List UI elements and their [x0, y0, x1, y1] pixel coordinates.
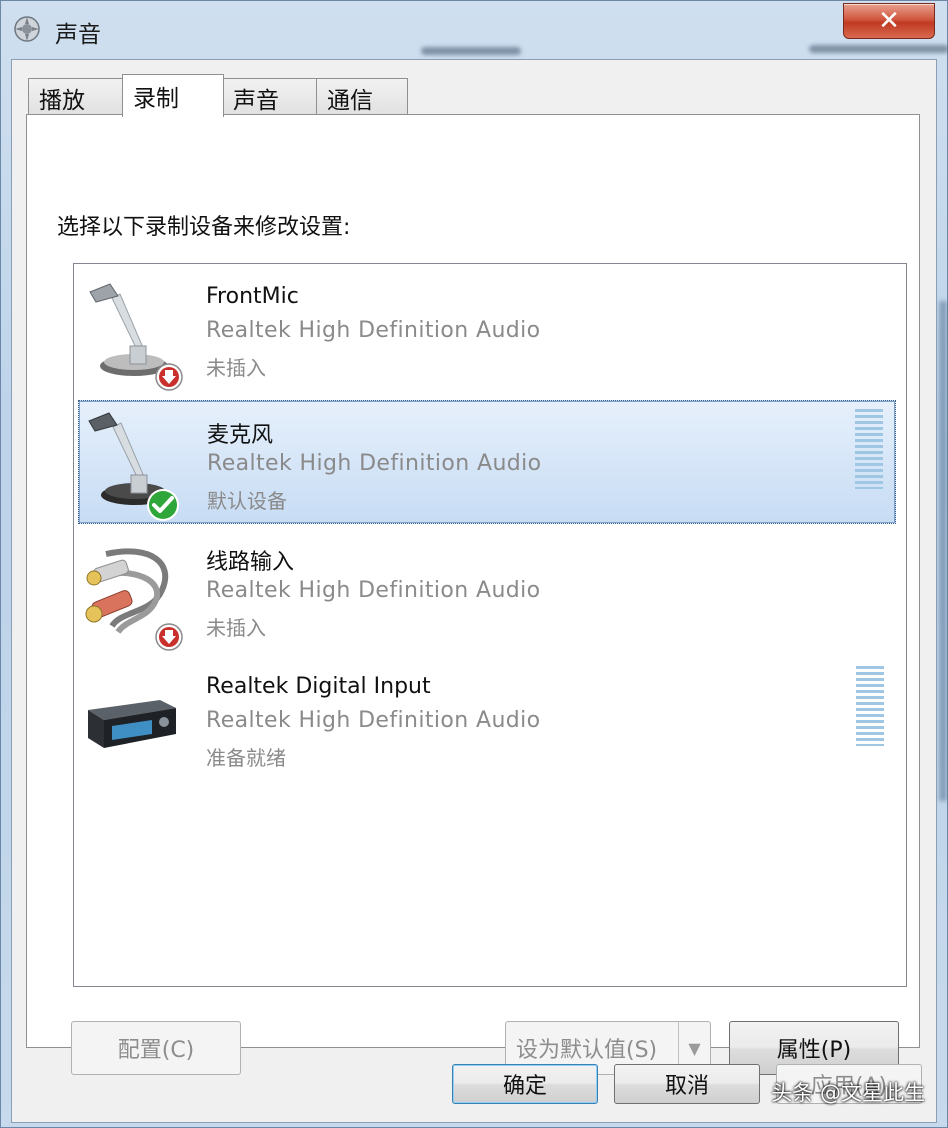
background-blur — [809, 45, 948, 53]
ok-button[interactable]: 确定 — [452, 1064, 598, 1104]
close-button[interactable]: ✕ — [843, 3, 935, 39]
device-item-line-in[interactable]: 线路输入 Realtek High Definition Audio 未插入 — [78, 528, 896, 652]
level-meter — [855, 409, 883, 489]
tab-label: 录制 — [133, 86, 179, 112]
tab-label: 播放 — [39, 87, 85, 114]
unplugged-arrow-icon — [155, 623, 183, 651]
tab-sounds[interactable]: 声音 — [222, 78, 318, 116]
default-check-icon — [147, 489, 179, 521]
background-blur — [939, 301, 947, 801]
device-name: FrontMic — [206, 284, 299, 309]
cancel-button[interactable]: 取消 — [614, 1064, 760, 1104]
window-title: 声音 — [55, 22, 101, 48]
cancel-button-label: 取消 — [664, 1074, 709, 1099]
device-status: 默认设备 — [207, 489, 287, 513]
background-blur — [421, 47, 521, 55]
sound-dialog-window: 声音 ✕ 播放 录制 声音 通信 选择以下录制设备来修改设置: FrontMic… — [0, 0, 948, 1128]
instruction-text: 选择以下录制设备来修改设置: — [57, 215, 351, 240]
device-driver: Realtek High Definition Audio — [206, 318, 541, 343]
device-driver: Realtek High Definition Audio — [206, 578, 541, 603]
device-status: 准备就绪 — [206, 746, 286, 770]
tab-recording[interactable]: 录制 — [122, 74, 224, 117]
device-name: 麦克风 — [207, 423, 274, 448]
speaker-icon — [14, 16, 40, 42]
device-status: 未插入 — [206, 616, 266, 640]
tab-playback[interactable]: 播放 — [28, 78, 124, 116]
tab-communications[interactable]: 通信 — [316, 78, 408, 116]
recording-device-list[interactable]: FrontMic Realtek High Definition Audio 未… — [73, 263, 907, 987]
close-icon: ✕ — [878, 6, 900, 36]
device-item-frontmic[interactable]: FrontMic Realtek High Definition Audio 未… — [78, 268, 896, 392]
device-item-digital-input[interactable]: Realtek Digital Input Realtek High Defin… — [78, 658, 896, 782]
device-status: 未插入 — [206, 356, 266, 380]
digital-receiver-icon — [88, 700, 176, 748]
tab-label: 通信 — [327, 87, 373, 114]
tab-label: 声音 — [233, 87, 279, 114]
properties-button-label: 属性(P) — [776, 1038, 852, 1063]
unplugged-arrow-icon — [155, 363, 183, 391]
level-meter — [856, 666, 884, 746]
set-default-button-label: 设为默认值(S) — [516, 1038, 658, 1063]
ok-button-label: 确定 — [502, 1074, 547, 1099]
recording-tab-panel: 选择以下录制设备来修改设置: FrontMic Realtek High Def… — [26, 114, 920, 1075]
configure-button-label: 配置(C) — [117, 1038, 195, 1063]
dialog-client-area: 播放 录制 声音 通信 选择以下录制设备来修改设置: FrontMic Real… — [11, 59, 937, 1123]
configure-button[interactable]: 配置(C) — [71, 1021, 241, 1075]
watermark-text: 头条 @文星此生 — [771, 1081, 925, 1105]
device-name: Realtek Digital Input — [206, 674, 431, 699]
device-item-microphone[interactable]: 麦克风 Realtek High Definition Audio 默认设备 — [78, 400, 896, 524]
device-name: 线路输入 — [206, 550, 295, 575]
device-driver: Realtek High Definition Audio — [207, 451, 542, 476]
device-driver: Realtek High Definition Audio — [206, 708, 541, 733]
